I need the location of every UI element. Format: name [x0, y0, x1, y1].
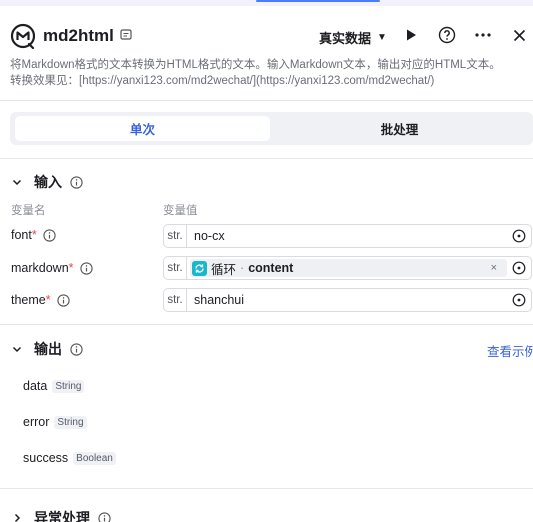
output-item-success: success Boolean	[23, 451, 116, 465]
markdown-value-field[interactable]: str. 循环 · content ×	[163, 256, 532, 280]
data-mode-select[interactable]: 真实数据 ▼	[319, 28, 387, 47]
plugin-title: md2html	[43, 26, 114, 45]
required-mark: *	[31, 228, 37, 242]
view-example-link[interactable]: 查看示例	[487, 341, 533, 360]
help-button[interactable]	[436, 24, 458, 46]
info-icon[interactable]	[43, 228, 56, 242]
clear-icon[interactable]: ×	[491, 262, 497, 274]
loop-node-name: 循环	[211, 262, 237, 277]
field-value[interactable]: no-cx	[194, 229, 511, 243]
info-icon[interactable]	[70, 175, 83, 189]
param-label-theme: theme*	[11, 293, 70, 307]
tab-batch[interactable]: 批处理	[272, 116, 527, 141]
chevron-down-icon	[10, 175, 24, 189]
separator: ·	[240, 261, 245, 275]
input-section-title: 输入	[34, 174, 62, 190]
param-name: markdown	[11, 261, 69, 275]
exception-section-title: 异常处理	[34, 510, 90, 522]
plugin-logo-icon	[10, 23, 36, 49]
chevron-down-icon: ▼	[377, 32, 387, 43]
input-section-header[interactable]: 输入	[10, 172, 83, 192]
type-badge[interactable]: str.	[164, 225, 187, 247]
output-item-data: data String	[23, 379, 85, 393]
field-value[interactable]: shanchui	[194, 293, 511, 307]
output-item-error: error String	[23, 415, 87, 429]
loop-icon	[192, 260, 207, 276]
loading-bar	[256, 0, 380, 2]
type-badge[interactable]: str.	[164, 257, 187, 279]
divider	[0, 324, 533, 325]
required-mark: *	[45, 293, 51, 307]
column-header-value: 变量值	[163, 205, 198, 217]
info-card-icon[interactable]	[119, 28, 133, 42]
output-name: success	[23, 451, 69, 465]
variable-picker-icon[interactable]	[511, 228, 527, 244]
param-name: theme	[11, 293, 46, 307]
divider	[0, 158, 533, 159]
chevron-down-icon	[10, 342, 24, 356]
play-icon	[407, 29, 416, 41]
info-icon[interactable]	[70, 342, 83, 356]
close-button[interactable]	[508, 24, 530, 46]
variable-picker-icon[interactable]	[511, 260, 527, 276]
output-section-header[interactable]: 输出	[10, 339, 83, 359]
run-mode-tabs: 单次 批处理	[10, 112, 533, 145]
param-label-markdown: markdown*	[11, 261, 93, 275]
param-name: font	[11, 228, 32, 242]
help-icon	[438, 26, 456, 44]
more-button[interactable]	[472, 24, 494, 46]
font-value-field[interactable]: str. no-cx	[163, 224, 532, 248]
output-type-badge: String	[52, 379, 85, 393]
required-mark: *	[68, 261, 74, 275]
description-line-2: 转换效果见：[https://yanxi123.com/md2wechat/](…	[10, 75, 435, 87]
variable-picker-icon[interactable]	[511, 292, 527, 308]
description-line-1: 将Markdown格式的文本转换为HTML格式的文本。输入Markdown文本，…	[10, 59, 501, 71]
output-type-badge: String	[54, 415, 87, 429]
more-icon	[475, 33, 491, 37]
tab-single[interactable]: 单次	[15, 116, 270, 141]
output-name: data	[23, 379, 48, 393]
info-icon[interactable]	[79, 261, 93, 275]
theme-value-field[interactable]: str. shanchui	[163, 288, 532, 312]
data-mode-label: 真实数据	[319, 31, 372, 46]
referenced-variable: content	[248, 261, 294, 275]
run-button[interactable]	[400, 24, 422, 46]
top-strip	[0, 0, 533, 6]
divider	[0, 100, 533, 101]
plugin-description: 将Markdown格式的文本转换为HTML格式的文本。输入Markdown文本，…	[10, 57, 530, 89]
info-icon[interactable]	[98, 511, 111, 522]
exception-section-header[interactable]: 异常处理	[10, 508, 111, 522]
param-label-font: font*	[11, 228, 56, 242]
close-icon	[513, 29, 525, 41]
panel-header: md2html 真实数据 ▼	[0, 16, 533, 56]
divider	[0, 488, 533, 489]
output-type-badge: Boolean	[73, 451, 116, 465]
chevron-right-icon	[10, 511, 24, 522]
type-badge[interactable]: str.	[164, 289, 187, 311]
column-header-name: 变量名	[11, 205, 46, 217]
info-icon[interactable]	[56, 293, 70, 307]
variable-reference-chip[interactable]: 循环 · content ×	[190, 259, 507, 277]
output-name: error	[23, 415, 50, 429]
output-section-title: 输出	[34, 341, 62, 357]
